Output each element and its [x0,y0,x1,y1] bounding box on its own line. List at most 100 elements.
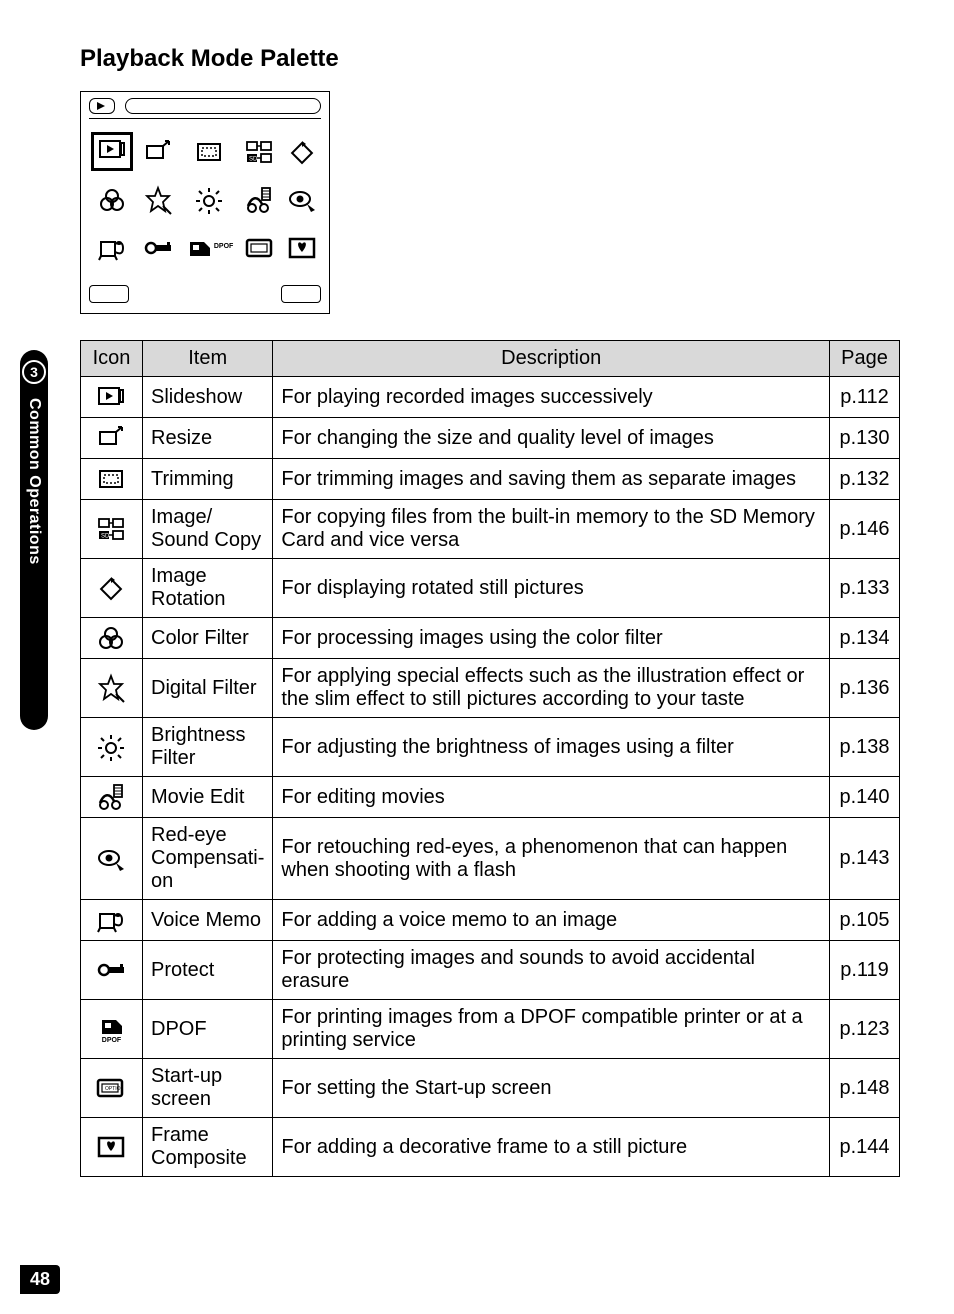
page-ref-cell: p.134 [830,618,900,659]
table-row: Brightness FilterFor adjusting the brigh… [81,718,900,777]
item-cell: Start-up screen [143,1059,273,1118]
table-row: ProtectFor protecting images and sounds … [81,941,900,1000]
image-sound-copy-icon [81,500,143,559]
page-ref-cell: p.123 [830,1000,900,1059]
th-item: Item [143,341,273,377]
protect-icon [81,941,143,1000]
palette-cell-colorfilter [91,177,133,221]
page-ref-cell: p.119 [830,941,900,1000]
palette-cell-rotation [284,129,319,173]
palette-cell-redeye [284,177,319,221]
item-cell: DPOF [143,1000,273,1059]
chapter-label: Common Operations [25,398,43,565]
description-cell: For setting the Start-up screen [273,1059,830,1118]
digital-filter-icon [81,659,143,718]
description-cell: For playing recorded images successively [273,377,830,418]
page-ref-cell: p.148 [830,1059,900,1118]
page-ref-cell: p.146 [830,500,900,559]
page-ref-cell: p.132 [830,459,900,500]
color-filter-icon [81,618,143,659]
image-rotation-icon [81,559,143,618]
palette-cell-protect [141,225,176,269]
table-row: TrimmingFor trimming images and saving t… [81,459,900,500]
th-icon: Icon [81,341,143,377]
palette-footer [89,277,321,303]
palette-header [89,98,321,119]
frame-composite-icon [81,1118,143,1177]
description-cell: For adding a decorative frame to a still… [273,1118,830,1177]
palette-table: Icon Item Description Page SlideshowFor … [80,340,900,1177]
item-cell: Voice Memo [143,900,273,941]
palette-cell-voicememo [91,225,133,269]
page-ref-cell: p.140 [830,777,900,818]
palette-illustration: DPOF [80,91,330,314]
table-row: OPTIO Start-up screenFor setting the Star… [81,1059,900,1118]
table-header-row: Icon Item Description Page [81,341,900,377]
table-row: Image RotationFor displaying rotated sti… [81,559,900,618]
table-row: Image/ Sound CopyFor copying files from … [81,500,900,559]
item-cell: Movie Edit [143,777,273,818]
brightness-filter-icon [81,718,143,777]
page-ref-cell: p.138 [830,718,900,777]
page-ref-cell: p.112 [830,377,900,418]
item-cell: Trimming [143,459,273,500]
page-ref-cell: p.136 [830,659,900,718]
item-cell: Brightness Filter [143,718,273,777]
item-cell: Image/ Sound Copy [143,500,273,559]
description-cell: For displaying rotated still pictures [273,559,830,618]
palette-cell-frame [284,225,319,269]
chapter-number: 3 [30,364,38,380]
item-cell: Digital Filter [143,659,273,718]
item-cell: Color Filter [143,618,273,659]
svg-text:OPTIO: OPTIO [105,1086,121,1092]
side-tab: 3 Common Operations [20,350,48,730]
voice-memo-icon [81,900,143,941]
palette-footer-chip-left [89,285,129,303]
palette-icon-grid: DPOF [89,129,321,269]
page-ref-cell: p.144 [830,1118,900,1177]
table-row: Digital FilterFor applying special effec… [81,659,900,718]
item-cell: Frame Composite [143,1118,273,1177]
th-page: Page [830,341,900,377]
page-ref-cell: p.143 [830,818,900,900]
description-cell: For printing images from a DPOF compatib… [273,1000,830,1059]
palette-cell-copy [241,129,276,173]
item-cell: Resize [143,418,273,459]
description-cell: For copying files from the built-in memo… [273,500,830,559]
page-ref-cell: p.105 [830,900,900,941]
table-row: ResizeFor changing the size and quality … [81,418,900,459]
playback-mode-chip [89,98,115,114]
description-cell: For trimming images and saving them as s… [273,459,830,500]
startup-screen-icon: OPTIO [81,1059,143,1118]
red-eye-icon [81,818,143,900]
movie-edit-icon [81,777,143,818]
palette-title-pill [125,98,321,114]
description-cell: For retouching red-eyes, a phenomenon th… [273,818,830,900]
item-cell: Red-eye Compensati-on [143,818,273,900]
palette-cell-dpof: DPOF [184,225,233,269]
palette-footer-chip-right [281,285,321,303]
table-row: Red-eye Compensati-onFor retouching red-… [81,818,900,900]
palette-cell-slideshow [91,129,133,173]
slideshow-icon [81,377,143,418]
description-cell: For protecting images and sounds to avoi… [273,941,830,1000]
table-row: SlideshowFor playing recorded images suc… [81,377,900,418]
chapter-number-badge: 3 [22,360,46,384]
trimming-icon [81,459,143,500]
palette-cell-movieedit [241,177,276,221]
palette-cell-digitalfilter [141,177,176,221]
description-cell: For changing the size and quality level … [273,418,830,459]
page-ref-cell: p.133 [830,559,900,618]
item-cell: Protect [143,941,273,1000]
resize-icon [81,418,143,459]
palette-cell-startup [241,225,276,269]
table-row: Frame CompositeFor adding a decorative f… [81,1118,900,1177]
palette-cell-trimming [184,129,233,173]
description-cell: For editing movies [273,777,830,818]
description-cell: For processing images using the color fi… [273,618,830,659]
item-cell: Slideshow [143,377,273,418]
table-row: Movie EditFor editing moviesp.140 [81,777,900,818]
page-number: 48 [20,1265,60,1294]
description-cell: For adjusting the brightness of images u… [273,718,830,777]
th-description: Description [273,341,830,377]
